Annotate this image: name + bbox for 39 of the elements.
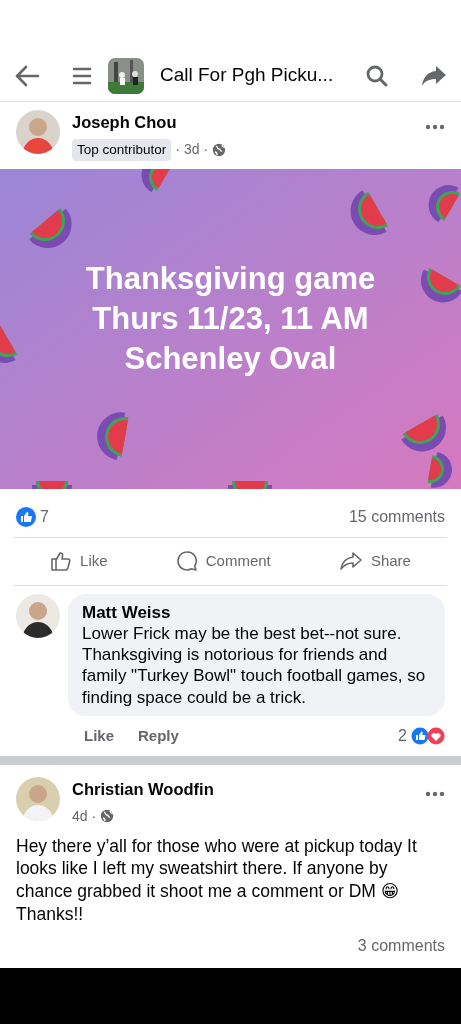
avatar-icon	[16, 776, 60, 821]
back-button[interactable]	[14, 63, 40, 88]
comments-count[interactable]: 15 comments	[348, 505, 445, 529]
globe-icon	[100, 809, 115, 823]
search-button[interactable]	[365, 63, 389, 88]
like-reaction-icon	[16, 507, 36, 527]
comment-text: Lower Frick may be the best bet--not sure. Thanksgiving is notorious for friends and family "Turkey Bowl" touch football games, so finding space could be a trick.	[82, 622, 427, 708]
share-button[interactable]	[421, 63, 447, 88]
reaction-count: 2	[398, 725, 407, 746]
card-text-line: Schenley Oval	[124, 340, 337, 379]
contributor-badge: Top contributor	[72, 138, 172, 161]
comment-author: Matt Weiss	[82, 601, 172, 623]
post-time: 3d	[184, 140, 200, 160]
card-text-line: Thurs 11/23, 11 AM	[92, 299, 369, 338]
comment-icon	[175, 550, 198, 573]
thumbs-up-icon	[50, 550, 73, 573]
like-link[interactable]: Like	[84, 724, 114, 747]
reaction-count: 7	[40, 507, 49, 527]
globe-icon	[212, 142, 227, 157]
like-button[interactable]: Like	[46, 542, 112, 581]
share-arrow-icon	[338, 551, 363, 572]
author-name: Joseph Chou	[72, 112, 178, 133]
card-text-line: Thanksgiving game	[85, 259, 376, 298]
post-time: 4d	[72, 806, 88, 826]
separator-dot: ·	[203, 140, 209, 160]
avatar-icon	[16, 593, 60, 638]
more-options-icon[interactable]	[425, 123, 445, 130]
comments-count[interactable]: 3 comments	[357, 933, 445, 958]
more-options-icon[interactable]	[425, 790, 445, 797]
post-text: Hey there y’all for those who were at pickup today It looks like I left my sweatshirt there. If anyone by chance grabbed it shoot me a comment or DM 😁 Thanks!!	[15, 834, 418, 926]
group-title: Call For Pgh Picku...	[160, 63, 335, 88]
reaction-icons	[411, 726, 445, 745]
author-name: Christian Woodfin	[72, 778, 215, 800]
share-button[interactable]: Share	[334, 542, 415, 581]
separator-dot: ·	[175, 140, 180, 160]
avatar-icon	[16, 110, 60, 154]
separator-dot: ·	[91, 806, 97, 826]
comment-button[interactable]: Comment	[171, 542, 275, 581]
reply-link[interactable]: Reply	[138, 724, 179, 747]
